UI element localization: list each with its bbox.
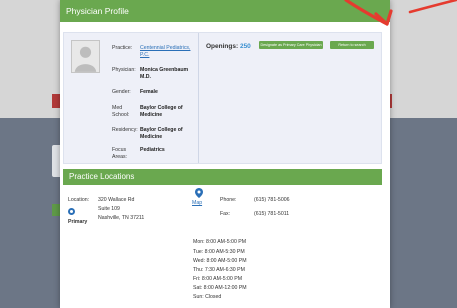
location-label: Location: xyxy=(68,197,90,203)
profile-panel: Practice: Centennial Pediatrics, P.C. Ph… xyxy=(63,32,382,164)
address-line1: 320 Wallace Rd xyxy=(98,197,135,203)
practice-link[interactable]: Centennial Pediatrics, P.C. xyxy=(140,45,194,58)
address-line3: Nashville, TN 37211 xyxy=(98,215,145,221)
map-pin-icon[interactable] xyxy=(195,188,203,198)
practice-locations-header: Practice Locations xyxy=(63,169,382,185)
phone-label: Phone: xyxy=(220,197,237,203)
profile-details: Practice: Centennial Pediatrics, P.C. Ph… xyxy=(64,33,199,163)
hours-mon: Mon: 8:00 AM-5:00 PM xyxy=(193,239,247,245)
fax-value: (615) 781-5011 xyxy=(254,211,290,217)
hours-sun: Sun: Closed xyxy=(193,294,222,300)
address-line2: Suite 109 xyxy=(98,206,120,212)
return-to-search-button[interactable]: Return to search xyxy=(330,41,374,49)
primary-label: Primary xyxy=(68,219,88,225)
designate-primary-button[interactable]: Designate as Primary Care Physician xyxy=(259,41,323,49)
hours-sat: Sat: 8:00 AM-12:00 PM xyxy=(193,285,247,291)
avatar-icon xyxy=(72,41,99,72)
phone-value: (615) 781-5006 xyxy=(254,197,290,203)
modal-title: Physician Profile xyxy=(60,0,390,22)
fax-label: Fax: xyxy=(220,211,231,217)
map-link[interactable]: Map xyxy=(192,200,202,206)
hours-thu: Thu: 7:30 AM-6:30 PM xyxy=(193,267,245,273)
physician-photo xyxy=(71,40,100,73)
hours-tue: Tue: 8:00 AM-5:30 PM xyxy=(193,249,245,255)
background-left-marker xyxy=(52,94,60,108)
openings-count: Openings: 250 xyxy=(206,43,251,50)
hours-fri: Fri: 8:00 AM-5:00 PM xyxy=(193,276,243,282)
primary-location-icon xyxy=(68,208,75,215)
physician-profile-modal: Physician Profile Practice: Centennial P… xyxy=(60,0,390,308)
hours-wed: Wed: 8:00 AM-5:00 PM xyxy=(193,258,247,264)
